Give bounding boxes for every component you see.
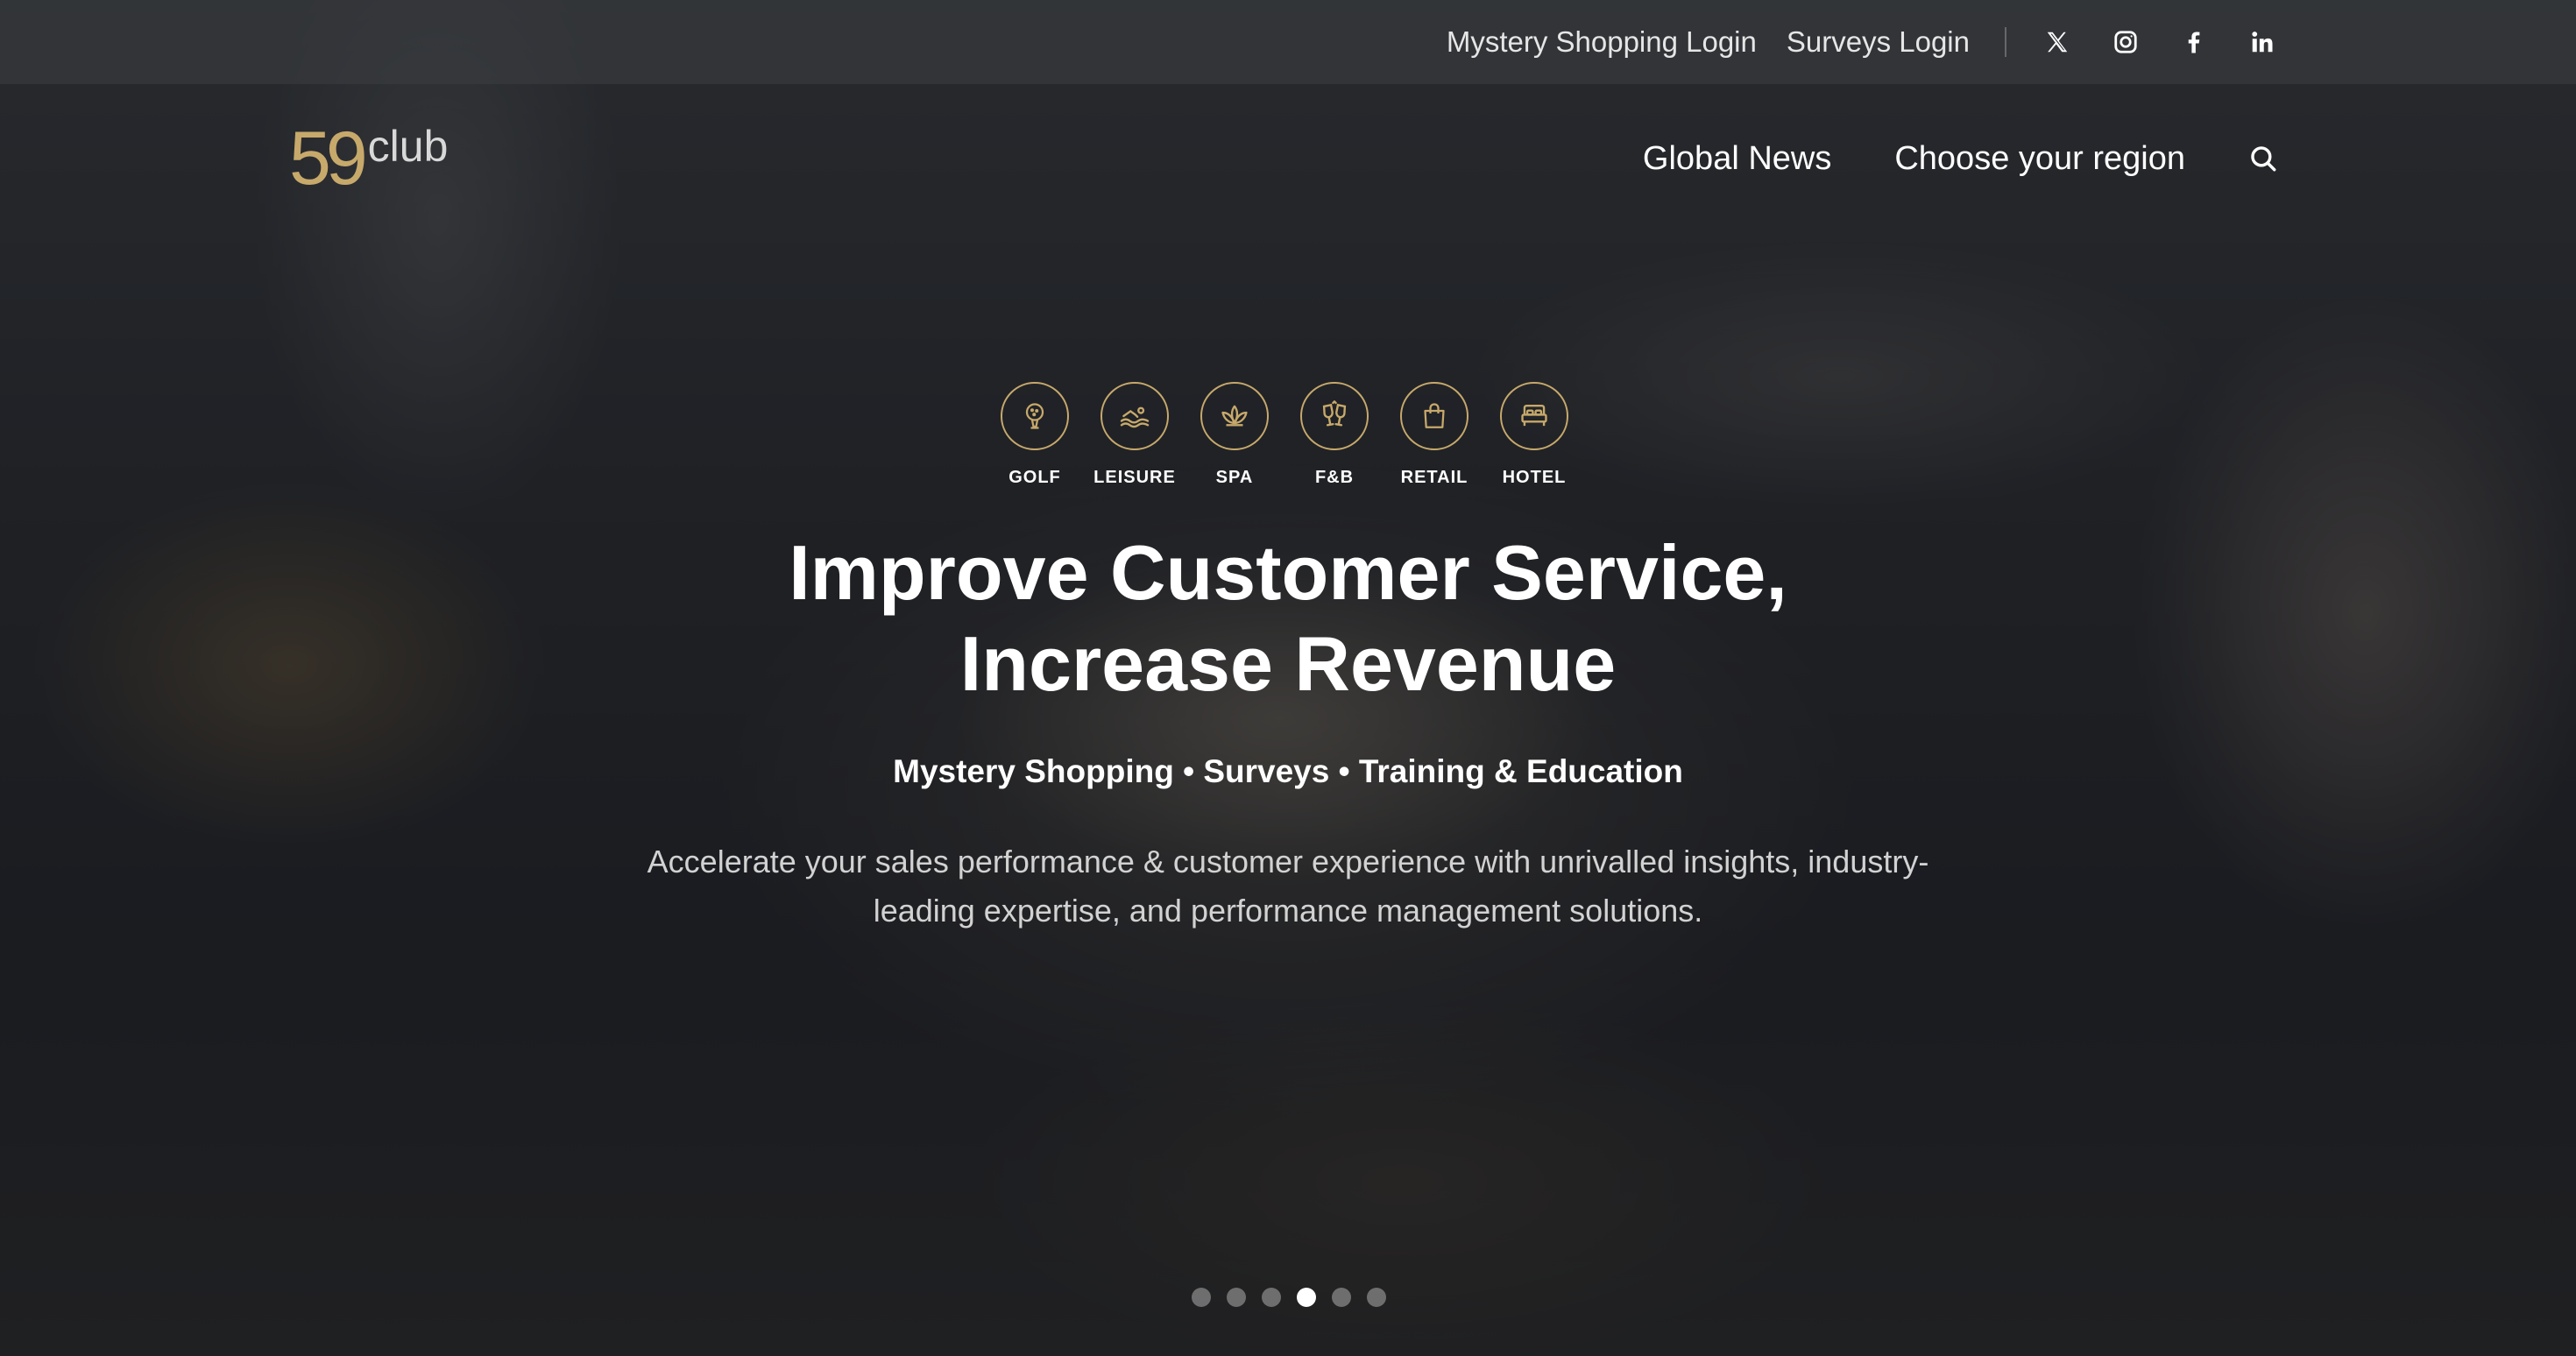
- sector-fnb[interactable]: F&B: [1299, 382, 1370, 488]
- linkedin-icon[interactable]: [2247, 26, 2278, 58]
- sector-label: RETAIL: [1400, 468, 1468, 487]
- carousel-dot[interactable]: [1192, 1288, 1211, 1307]
- sector-label: HOTEL: [1502, 468, 1567, 487]
- lotus-icon: [1200, 382, 1269, 450]
- carousel-dot[interactable]: [1227, 1288, 1246, 1307]
- glasses-icon: [1300, 382, 1369, 450]
- search-icon[interactable]: [2248, 144, 2278, 173]
- sector-leisure[interactable]: LEISURE: [1093, 382, 1175, 488]
- hero-title-line-2: Increase Revenue: [959, 620, 1617, 707]
- main-navigation: Global News Choose your region: [1643, 131, 2278, 186]
- facebook-icon[interactable]: [2178, 26, 2210, 58]
- logo-number: 59: [289, 117, 368, 201]
- shopping-bag-icon: [1400, 382, 1468, 450]
- sector-hotel[interactable]: HOTEL: [1498, 382, 1570, 488]
- sector-label: SPA: [1215, 468, 1254, 487]
- sector-label: F&B: [1314, 468, 1355, 487]
- nav-global-news[interactable]: Global News: [1643, 140, 1831, 178]
- logo-word: club: [367, 122, 449, 171]
- hero-title-line-1: Improve Customer Service,: [789, 529, 1787, 616]
- sector-label: GOLF: [1008, 468, 1061, 487]
- sector-links: GOLF LEISURE SPA F&B RETAIL HOTEL: [999, 382, 1570, 488]
- nav-choose-region[interactable]: Choose your region: [1894, 140, 2185, 178]
- swimmer-icon: [1100, 382, 1169, 450]
- bed-icon: [1500, 382, 1568, 450]
- x-icon[interactable]: [2042, 26, 2073, 58]
- sector-spa[interactable]: SPA: [1199, 382, 1270, 488]
- hero-description: Accelerate your sales performance & cust…: [647, 844, 1929, 929]
- utility-divider: [2005, 27, 2006, 57]
- carousel-dot[interactable]: [1262, 1288, 1281, 1307]
- mystery-shopping-login-link[interactable]: Mystery Shopping Login: [1447, 25, 1757, 59]
- carousel-dots: [1192, 1288, 1386, 1307]
- surveys-login-link[interactable]: Surveys Login: [1787, 25, 1970, 59]
- site-logo[interactable]: 59 club: [289, 117, 449, 201]
- social-links: [2042, 26, 2278, 58]
- carousel-dot[interactable]: [1367, 1288, 1386, 1307]
- instagram-icon[interactable]: [2110, 26, 2141, 58]
- carousel-dot-active[interactable]: [1297, 1288, 1316, 1307]
- sector-label: LEISURE: [1093, 468, 1176, 487]
- utility-bar: Mystery Shopping Login Surveys Login: [0, 0, 2576, 84]
- golf-icon: [1001, 382, 1069, 450]
- hero-page: Mystery Shopping Login Surveys Login 59 …: [0, 0, 2576, 1356]
- sector-retail[interactable]: RETAIL: [1398, 382, 1470, 488]
- hero-title: Improve Customer Service, Increase Reven…: [0, 527, 2576, 710]
- hero-subtitle: Mystery Shopping • Surveys • Training & …: [893, 753, 1683, 789]
- carousel-dot[interactable]: [1332, 1288, 1351, 1307]
- sector-golf[interactable]: GOLF: [999, 382, 1071, 488]
- utility-links: Mystery Shopping Login Surveys Login: [1447, 0, 2278, 84]
